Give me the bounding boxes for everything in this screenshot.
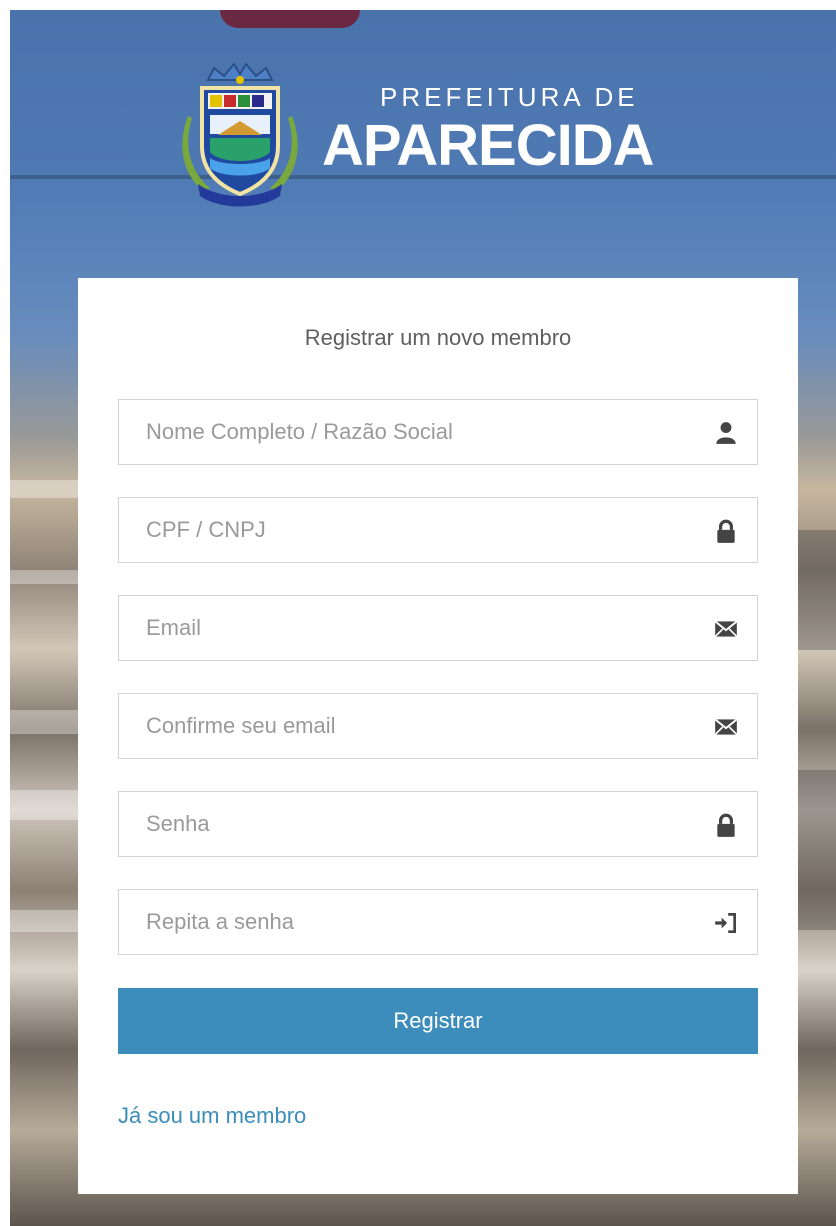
brand-subtitle: PREFEITURA DE — [380, 82, 639, 112]
full-name-input[interactable] — [119, 400, 757, 464]
cpf-cnpj-input[interactable] — [119, 498, 757, 562]
cpf-cnpj-field[interactable] — [118, 497, 758, 563]
site-header: PREFEITURA DE APARECIDA — [180, 60, 710, 210]
email-input[interactable] — [119, 596, 757, 660]
user-icon — [716, 422, 736, 444]
full-name-field[interactable] — [118, 399, 758, 465]
lock-icon — [717, 519, 735, 543]
repeat-password-input[interactable] — [119, 890, 757, 954]
repeat-password-field[interactable] — [118, 889, 758, 955]
log-in-icon — [715, 912, 737, 934]
email-field[interactable] — [118, 595, 758, 661]
already-member-link[interactable]: Já sou um membro — [118, 1103, 306, 1129]
register-card: Registrar um novo membro Nome Completo /… — [78, 278, 798, 1194]
register-page: PREFEITURA DE APARECIDA Registrar um nov… — [0, 0, 836, 1226]
confirm-email-field[interactable] — [118, 693, 758, 759]
password-input[interactable] — [119, 792, 757, 856]
confirm-email-input[interactable] — [119, 694, 757, 758]
envelope-icon — [714, 718, 738, 736]
brand-title: APARECIDA — [322, 113, 655, 178]
form-title: Registrar um novo membro — [304, 325, 572, 350]
lock-icon — [717, 813, 735, 837]
coat-of-arms-logo — [182, 62, 298, 207]
register-button[interactable]: Registrar — [118, 988, 758, 1054]
password-field[interactable] — [118, 791, 758, 857]
envelope-icon — [714, 620, 738, 638]
